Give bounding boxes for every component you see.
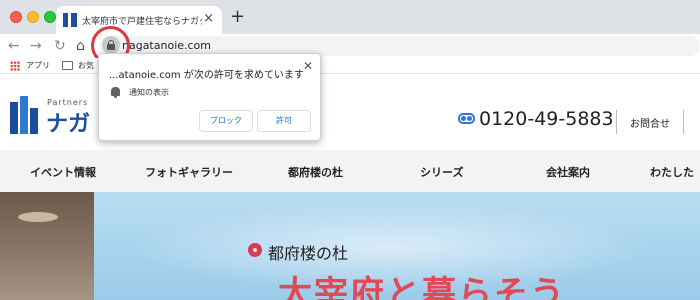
phone-number[interactable]: 0120-49-5883 xyxy=(479,108,614,130)
window-close-button[interactable] xyxy=(10,11,22,23)
nav-item-company[interactable]: 会社案内 xyxy=(546,164,590,180)
nav-item-tofurou[interactable]: 都府楼の杜 xyxy=(288,164,343,180)
tab-title: 太宰府市で戸建住宅ならナガタ建設 xyxy=(82,17,202,27)
freedial-icon xyxy=(458,113,475,124)
home-icon[interactable]: ⌂ xyxy=(76,37,85,55)
logo-text[interactable]: ナガ xyxy=(46,106,90,138)
logo-mark-icon[interactable] xyxy=(10,96,40,134)
block-button[interactable]: ブロック xyxy=(199,110,253,132)
forward-arrow-icon[interactable]: → xyxy=(30,37,42,55)
reload-icon[interactable]: ↻ xyxy=(54,37,66,55)
tab-close-icon[interactable]: × xyxy=(203,11,214,27)
window-maximize-button[interactable] xyxy=(44,11,56,23)
nav-item-series[interactable]: シリーズ xyxy=(420,164,463,180)
hero-interior-photo xyxy=(0,192,94,300)
permission-item-label: 通知の表示 xyxy=(129,88,169,97)
plum-flower-icon xyxy=(248,243,262,257)
browser-tab[interactable]: 太宰府市で戸建住宅ならナガタ建設 × xyxy=(56,6,222,34)
hero-label: 都府楼の杜 xyxy=(268,244,349,263)
nav-item-gallery[interactable]: フォトギャラリー xyxy=(145,164,233,180)
apps-grid-icon[interactable] xyxy=(10,61,20,71)
bookmark-folder[interactable]: お気 xyxy=(78,60,94,71)
permission-title: ...atanoie.com が次の許可を求めています xyxy=(109,70,304,81)
bell-icon xyxy=(111,87,120,98)
folder-icon[interactable] xyxy=(62,61,73,70)
divider xyxy=(683,110,684,134)
hero-calligraphy: 太宰府と暮らそう xyxy=(278,274,566,300)
nav-item-events[interactable]: イベント情報 xyxy=(30,164,96,180)
divider xyxy=(616,110,617,134)
allow-button[interactable]: 許可 xyxy=(257,110,311,132)
bookmark-apps[interactable]: アプリ xyxy=(26,60,50,71)
nav-item-watashitachi[interactable]: わたした xyxy=(650,164,694,180)
site-favicon-icon xyxy=(63,13,77,27)
new-tab-button[interactable]: + xyxy=(230,7,245,27)
contact-link[interactable]: お問合せ xyxy=(630,115,670,130)
popup-close-icon[interactable]: ✕ xyxy=(303,59,313,73)
back-arrow-icon[interactable]: ← xyxy=(8,37,20,55)
global-nav: イベント情報 フォトギャラリー 都府楼の杜 シリーズ 会社案内 わたした xyxy=(0,150,700,192)
url-text[interactable]: nagatanoie.com xyxy=(122,39,211,52)
hero-banner[interactable]: 都府楼の杜 太宰府と暮らそう xyxy=(0,192,700,300)
permission-popup: ...atanoie.com が次の許可を求めています ✕ 通知の表示 ブロック… xyxy=(98,53,321,141)
window-minimize-button[interactable] xyxy=(27,11,39,23)
